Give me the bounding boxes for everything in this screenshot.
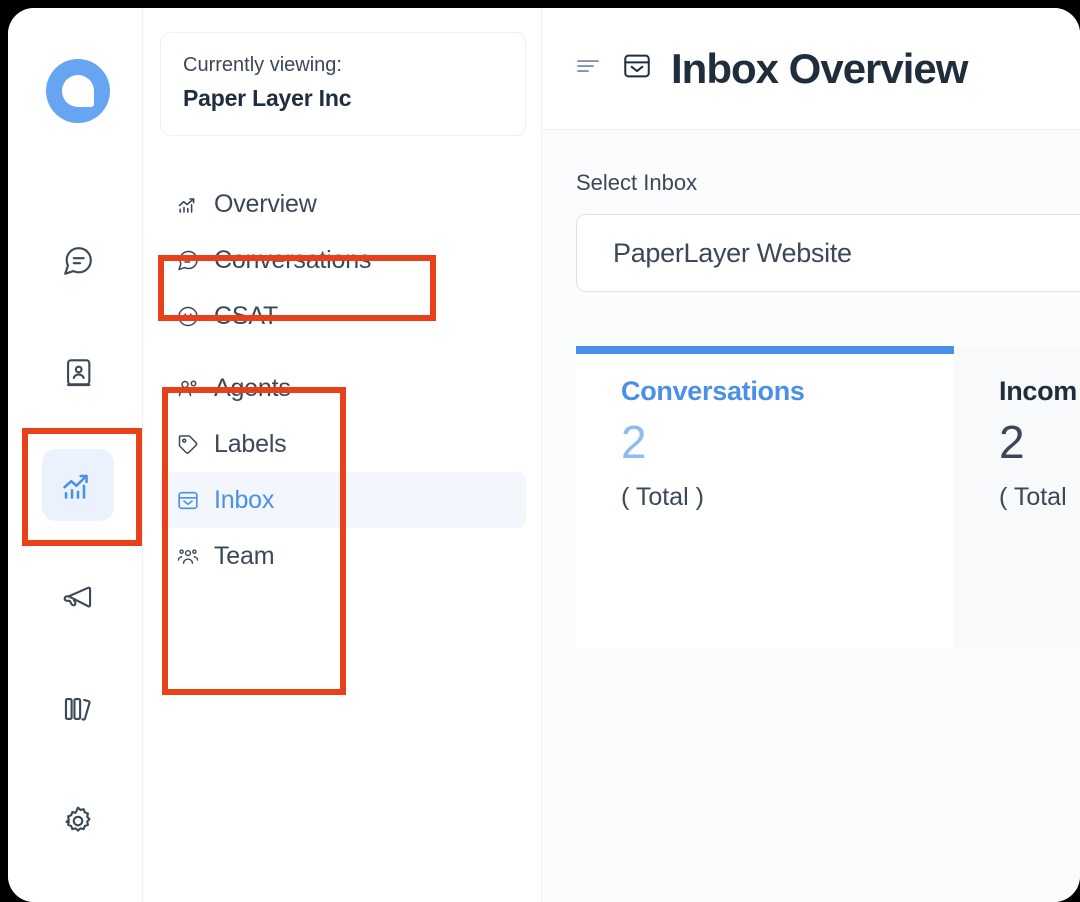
books-icon — [61, 692, 95, 726]
report-bar-chart: 2 — [576, 698, 1080, 902]
sidebar-item-csat[interactable]: CSAT — [160, 288, 526, 344]
rail-item-portals[interactable] — [42, 673, 114, 745]
sidebar-item-label: Team — [214, 541, 275, 570]
agents-icon — [176, 376, 200, 400]
primary-icon-rail — [8, 8, 143, 902]
metric-subtitle: ( Total ) — [621, 483, 704, 511]
chatwoot-logo — [46, 59, 110, 123]
megaphone-icon — [61, 580, 95, 614]
metric-cards: Conversations 2 ( Total ) Incom 2 ( Tota… — [576, 346, 1080, 648]
sidebar-item-labels[interactable]: Labels — [160, 416, 526, 472]
reports-nav-list: Overview Conversations CSAT Agents Label… — [144, 176, 542, 584]
account-name: Paper Layer Inc — [183, 85, 352, 111]
rail-item-settings[interactable] — [42, 785, 114, 857]
sidebar-item-label: Inbox — [214, 485, 275, 514]
app-window: Currently viewing: Paper Layer Inc Overv… — [8, 8, 1080, 902]
team-icon — [176, 544, 200, 568]
rail-item-reports[interactable] — [42, 449, 114, 521]
inbox-icon — [621, 50, 653, 87]
chat-bubble-icon — [61, 244, 95, 278]
inbox-icon — [176, 488, 200, 512]
rail-item-campaigns[interactable] — [42, 561, 114, 633]
sidebar-item-overview[interactable]: Overview — [160, 176, 526, 232]
chat-bubble-icon — [176, 248, 200, 272]
contact-book-icon — [61, 356, 95, 390]
trending-chart-icon — [176, 192, 200, 216]
sidebar-item-label: Agents — [214, 373, 291, 402]
metric-value: 2 — [621, 416, 647, 468]
tag-icon — [176, 432, 200, 456]
metric-value: 2 — [999, 416, 1025, 468]
select-inbox-label: Select Inbox — [576, 170, 698, 195]
rail-item-conversations[interactable] — [42, 225, 114, 297]
select-inbox-dropdown[interactable]: PaperLayer Website — [576, 214, 1080, 292]
account-viewing-label: Currently viewing: — [183, 54, 342, 76]
sidebar-item-label: Labels — [214, 429, 287, 458]
metric-card-conversations[interactable]: Conversations 2 ( Total ) — [576, 346, 954, 648]
secondary-sidebar: Currently viewing: Paper Layer Inc Overv… — [144, 8, 542, 902]
sidebar-item-label: CSAT — [214, 301, 279, 330]
metric-subtitle: ( Total — [999, 483, 1067, 511]
sidebar-item-label: Conversations — [214, 245, 372, 274]
gear-icon — [61, 804, 95, 838]
trending-chart-icon — [60, 467, 96, 503]
page-title: Inbox Overview — [671, 44, 968, 92]
sidebar-item-agents[interactable]: Agents — [160, 360, 526, 416]
main-content: Inbox Overview Select Inbox PaperLayer W… — [543, 8, 1080, 902]
logo-bubble-shape — [62, 75, 94, 107]
select-inbox-section: Select Inbox PaperLayer Website — [576, 170, 1080, 292]
sidebar-item-conversations[interactable]: Conversations — [160, 232, 526, 288]
sidebar-item-label: Overview — [214, 189, 317, 218]
page-header: Inbox Overview — [543, 8, 1080, 130]
account-context-card[interactable]: Currently viewing: Paper Layer Inc — [160, 32, 526, 137]
smiley-icon — [176, 304, 200, 328]
sidebar-item-inbox[interactable]: Inbox — [160, 472, 526, 528]
metric-card-incoming-messages[interactable]: Incom 2 ( Total — [954, 346, 1080, 648]
metric-title: Incom — [999, 376, 1078, 406]
sidebar-item-team[interactable]: Team — [160, 528, 526, 584]
hamburger-menu-icon[interactable] — [573, 51, 603, 86]
select-inbox-value: PaperLayer Website — [613, 237, 852, 268]
rail-item-contacts[interactable] — [42, 337, 114, 409]
metric-title: Conversations — [621, 376, 805, 406]
